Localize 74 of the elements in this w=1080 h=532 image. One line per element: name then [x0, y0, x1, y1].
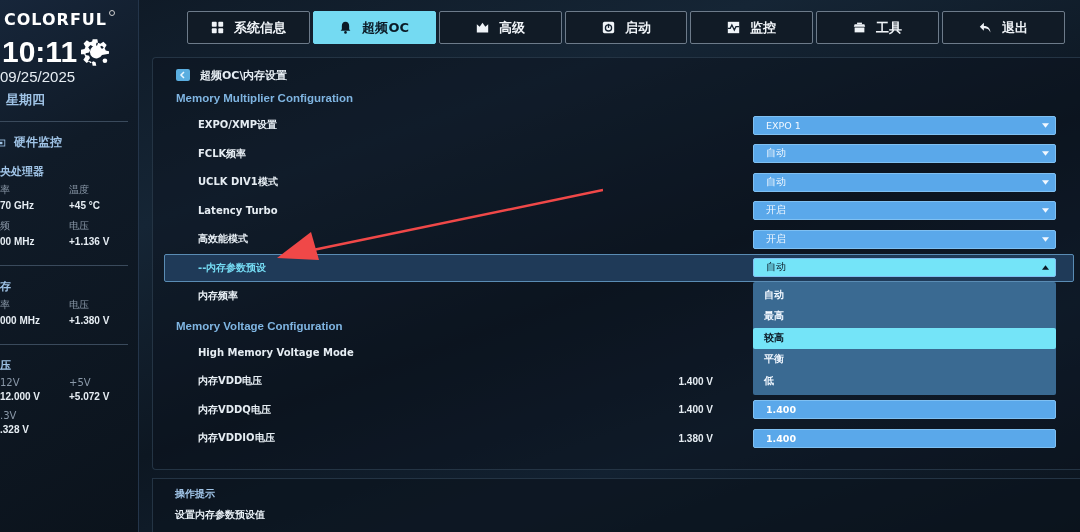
help-text: 设置内存参数预设值 [175, 509, 266, 522]
setting-label: --内存参数预设 [198, 260, 268, 275]
setting-label: 内存VDDIO电压 [198, 431, 276, 446]
date-text: 09/25/2025 [0, 68, 77, 85]
clock-time: 10:11 [2, 36, 78, 68]
tab[interactable]: 工具 [816, 11, 940, 44]
reading-text: 1.380 V [678, 432, 713, 444]
weekday-text: 星期四 [5, 91, 46, 109]
brand-logo: COLORFUL [4, 10, 107, 29]
tab[interactable]: 系统信息 [187, 11, 310, 44]
stat-label: +5V [69, 377, 92, 388]
stat-value: +45 °C [69, 200, 101, 211]
tab[interactable]: 超频OC [312, 11, 436, 44]
caret-icon [1042, 122, 1049, 128]
setting-label: 内存频率 [198, 289, 239, 304]
tab[interactable]: 监控 [690, 11, 814, 44]
tab[interactable]: 高级 [438, 11, 562, 44]
monitor-icon [0, 136, 6, 149]
caret-icon [1042, 151, 1049, 157]
stat-value: 12.000 V [0, 391, 42, 402]
stat-label: 率 [0, 183, 11, 197]
menu-option[interactable]: 最高 [753, 306, 1056, 328]
setting-label: EXPO/XMP设置 [198, 118, 278, 133]
reading-text: 1.400 V [678, 375, 713, 387]
pulse-icon [727, 21, 741, 34]
stat-value: .328 V [0, 424, 30, 435]
back-icon[interactable] [176, 69, 190, 81]
menu-option[interactable]: 自动 [753, 284, 1056, 306]
setting-label: FCLK频率 [198, 146, 248, 161]
tab[interactable]: 退出 [942, 11, 1065, 44]
dropdown[interactable]: 自动 [753, 258, 1056, 278]
stat-value: 000 MHz [0, 315, 41, 326]
bell-icon [339, 21, 353, 34]
stat-label: 12V [0, 377, 21, 388]
stat-label: 率 [0, 298, 11, 312]
grid-icon [210, 21, 224, 34]
setting-label: High Memory Voltage Mode [198, 347, 355, 359]
stat-label: 电压 [69, 219, 90, 233]
back-arrow-icon [979, 21, 993, 34]
breadcrumb: 超频OC\内存设置 [200, 67, 288, 83]
box-icon [853, 21, 867, 34]
stat-label: .3V [0, 410, 18, 421]
tab[interactable]: 启动 [564, 11, 688, 44]
stat-label: 频 [0, 219, 11, 233]
group-title: 压 [0, 358, 12, 373]
stat-value: +1.136 V [69, 236, 111, 247]
stat-value: 70 GHz [0, 200, 35, 211]
stat-label: 电压 [69, 298, 90, 312]
section-title: 硬件监控 [14, 134, 62, 151]
stat-value: 00 MHz [0, 236, 36, 247]
caret-icon [1042, 208, 1049, 214]
stat-value: +5.072 V [69, 391, 111, 402]
selected-row[interactable]: --内存参数预设 自动 [164, 253, 1074, 282]
menu-option[interactable]: 低 [753, 370, 1056, 392]
reading-text: 1.400 V [678, 404, 713, 416]
help-title: 操作提示 [175, 487, 216, 501]
group-title: 存 [0, 279, 12, 294]
setting-label: 内存VDD电压 [198, 374, 264, 389]
menu-option[interactable]: 平衡 [753, 349, 1056, 371]
section-heading: Memory Multiplier Configuration [176, 92, 353, 106]
power-icon [601, 21, 615, 34]
setting-label: Latency Turbo [198, 205, 279, 217]
stat-value: +1.380 V [69, 315, 111, 326]
setting-label: UCLK DIV1模式 [198, 175, 279, 190]
setting-label: 高效能模式 [198, 232, 249, 247]
caret-icon [1042, 236, 1049, 242]
stat-label: 温度 [69, 183, 90, 197]
group-title: 央处理器 [0, 164, 45, 179]
section-heading: Memory Voltage Configuration [176, 319, 343, 334]
caret-icon [1042, 265, 1049, 271]
setting-label: 内存VDDQ电压 [198, 402, 272, 417]
menu-option[interactable]: 较高 [753, 327, 1056, 349]
crown-icon [475, 21, 489, 34]
caret-icon [1042, 179, 1049, 185]
